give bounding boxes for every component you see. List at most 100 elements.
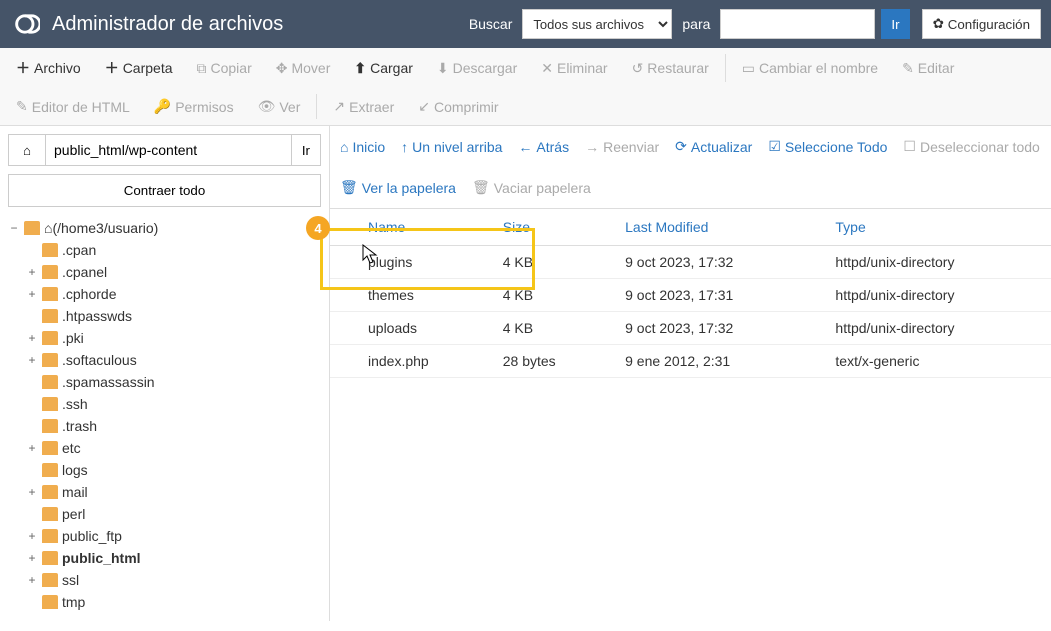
upload-button[interactable]: ⬆Cargar — [342, 48, 425, 88]
tree-node[interactable]: +.pki — [26, 327, 321, 349]
expand-icon[interactable]: + — [26, 485, 38, 499]
uncheck-icon: ☐ — [903, 138, 916, 155]
deselect-all-button[interactable]: ☐Deseleccionar todo — [903, 134, 1039, 159]
tree-node[interactable]: + etc — [26, 437, 321, 459]
new-file-button[interactable]: ＋Archivo — [4, 48, 93, 88]
rename-icon: ▭ — [742, 60, 755, 77]
tree-node[interactable]: .htpasswds — [26, 305, 321, 327]
home-button[interactable]: ⌂ — [8, 134, 46, 166]
search-scope-select[interactable]: Todos sus archivos — [522, 9, 672, 39]
extract-icon: ↗ — [333, 98, 345, 115]
collapse-icon[interactable]: − — [8, 221, 20, 235]
tree-node[interactable]: .spamassassin — [26, 371, 321, 393]
tree-node[interactable]: +.softaculous — [26, 349, 321, 371]
nav-reload-button[interactable]: ⟳Actualizar — [675, 134, 752, 159]
plus-icon: ＋ — [105, 58, 119, 78]
tree-node-label: .cpan — [62, 242, 96, 258]
expand-icon[interactable]: + — [26, 551, 38, 565]
settings-button[interactable]: ✿ Configuración — [922, 9, 1041, 39]
nav-home-button[interactable]: ⌂Inicio — [340, 134, 385, 159]
tree-root[interactable]: − ⌂ (/home3/usuario) — [8, 217, 321, 239]
search-input[interactable] — [720, 9, 875, 39]
tree-node[interactable]: +mail — [26, 481, 321, 503]
nav-up-button[interactable]: ↑Un nivel arriba — [401, 134, 502, 159]
col-size[interactable]: Size — [491, 209, 613, 246]
tree-node[interactable]: .ssh — [26, 393, 321, 415]
delete-button[interactable]: ✕Eliminar — [529, 48, 619, 88]
tree-node[interactable]: + public_html — [26, 547, 321, 569]
col-icon[interactable] — [330, 209, 356, 246]
up-icon: ↑ — [401, 139, 408, 155]
main-area: ⌂ Ir Contraer todo − ⌂ (/home3/usuario) … — [0, 126, 1051, 621]
forward-icon: → — [585, 139, 599, 155]
path-row: ⌂ Ir — [8, 134, 321, 166]
file-size: 28 bytes — [491, 345, 613, 378]
plus-icon: ＋ — [16, 58, 30, 78]
edit-button[interactable]: ✎Editar — [890, 48, 966, 88]
move-button[interactable]: ✥Mover — [264, 48, 343, 88]
folder-open-icon — [24, 221, 40, 235]
collapse-all-button[interactable]: Contraer todo — [8, 174, 321, 207]
tree-node[interactable]: .cpan — [26, 239, 321, 261]
tree-node[interactable]: +.cphorde — [26, 283, 321, 305]
tree-node[interactable]: +public_ftp — [26, 525, 321, 547]
empty-trash-button[interactable]: 🗑Vaciar papelera — [472, 175, 591, 200]
file-row[interactable]: index.php28 bytes9 ene 2012, 2:31text/x-… — [330, 345, 1051, 378]
tree-node-label: ssl — [62, 572, 79, 588]
tree-node-label: tmp — [62, 594, 85, 610]
expand-icon[interactable]: + — [26, 265, 38, 279]
folder-tree: − ⌂ (/home3/usuario) .cpan + .cpanel +.cpho… — [8, 217, 321, 613]
tree-node-label: .cpanel — [62, 264, 107, 280]
download-button[interactable]: ⬇Descargar — [425, 48, 529, 88]
file-row[interactable]: uploads4 KB9 oct 2023, 17:32httpd/unix-d… — [330, 312, 1051, 345]
copy-button[interactable]: ⧉Copiar — [185, 48, 264, 88]
folder-icon — [42, 331, 58, 345]
view-trash-button[interactable]: 🗑Ver la papelera — [340, 175, 456, 200]
tree-node-label: public_html — [62, 550, 141, 566]
upload-icon: ⬆ — [354, 60, 366, 77]
tree-node-label: .ssh — [62, 396, 88, 412]
nav-forward-button[interactable]: →Reenviar — [585, 134, 659, 159]
expand-icon[interactable]: + — [26, 529, 38, 543]
tree-node[interactable]: tmp — [26, 591, 321, 613]
search-go-button[interactable]: Ir — [881, 9, 909, 39]
extract-button[interactable]: ↗Extraer — [321, 88, 406, 125]
folder-icon — [42, 441, 58, 455]
separator — [316, 94, 317, 119]
home-icon: ⌂ — [340, 139, 348, 155]
home-icon: ⌂ — [23, 143, 31, 158]
expand-icon[interactable]: + — [26, 441, 38, 455]
file-row[interactable]: themes4 KB9 oct 2023, 17:31httpd/unix-di… — [330, 279, 1051, 312]
expand-icon[interactable]: + — [26, 331, 38, 345]
tree-node[interactable]: .trash — [26, 415, 321, 437]
col-modified[interactable]: Last Modified — [613, 209, 823, 246]
tree-node-label: perl — [62, 506, 85, 522]
new-folder-button[interactable]: ＋Carpeta — [93, 48, 185, 88]
html-editor-button[interactable]: ✎Editor de HTML — [4, 88, 142, 125]
expand-icon[interactable]: + — [26, 287, 38, 301]
folder-icon — [42, 463, 58, 477]
restore-button[interactable]: ↺Restaurar — [620, 48, 721, 88]
nav-back-button[interactable]: ←Atrás — [518, 134, 569, 159]
expand-icon[interactable]: + — [26, 353, 38, 367]
compress-button[interactable]: ↙Comprimir — [406, 88, 510, 125]
check-icon: ☑ — [768, 138, 781, 155]
permissions-button[interactable]: 🔑Permisos — [142, 88, 246, 125]
view-button[interactable]: 👁Ver — [246, 88, 313, 125]
rename-button[interactable]: ▭Cambiar el nombre — [730, 48, 890, 88]
select-all-button[interactable]: ☑Seleccione Todo — [768, 134, 887, 159]
tree-node[interactable]: perl — [26, 503, 321, 525]
tree-node[interactable]: + .cpanel — [26, 261, 321, 283]
folder-icon — [42, 507, 58, 521]
path-input[interactable] — [46, 134, 292, 166]
tree-node[interactable]: + ssl — [26, 569, 321, 591]
expand-icon[interactable]: + — [26, 573, 38, 587]
path-go-button[interactable]: Ir — [292, 134, 321, 166]
file-modified: 9 oct 2023, 17:31 — [613, 279, 823, 312]
file-row[interactable]: plugins4 KB9 oct 2023, 17:32httpd/unix-d… — [330, 246, 1051, 279]
col-name[interactable]: Name — [356, 209, 491, 246]
col-type[interactable]: Type — [823, 209, 1051, 246]
file-size: 4 KB — [491, 246, 613, 279]
tree-node[interactable]: logs — [26, 459, 321, 481]
tree-node-label: etc — [62, 440, 81, 456]
